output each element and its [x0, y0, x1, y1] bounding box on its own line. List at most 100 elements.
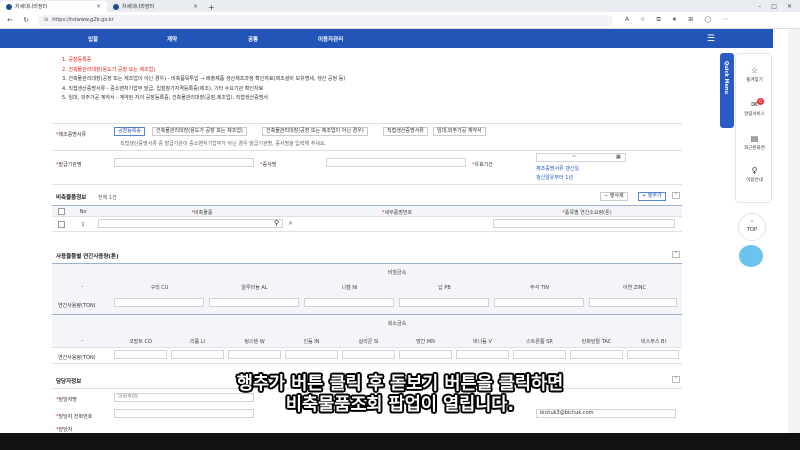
delete-row-button[interactable]: − 행삭제 — [600, 192, 628, 201]
renewal-period-link[interactable]: 갱신알유부터 1년 — [536, 174, 573, 181]
metal-v: 바나듐 V — [473, 339, 492, 345]
ni-usage-input[interactable] — [304, 298, 394, 307]
note-2: 2. 건축물관리대장(용도가 공장 또는 제조업) — [62, 66, 156, 73]
favorite-star-icon[interactable]: ☆ — [640, 16, 645, 24]
note-3: 3. 건축물관리대장(공장 또는 제조업이 아닌 경우) - 비축품목투입 → … — [62, 76, 346, 82]
chatbot-mascot-icon[interactable] — [739, 245, 763, 267]
quick-recent-screens[interactable]: ▤ 최근본화면 — [736, 134, 773, 151]
sr-usage-input[interactable] — [513, 350, 566, 359]
tab-title: 차세대나라장터 — [122, 4, 155, 10]
date-separator: ~ — [572, 154, 577, 160]
stockpile-count: 전체 1건 — [98, 195, 117, 201]
clear-icon[interactable]: × — [288, 220, 293, 227]
validity-start-input[interactable] — [536, 153, 626, 162]
zinc-usage-input[interactable] — [589, 298, 677, 307]
back-icon[interactable]: ← — [6, 16, 14, 24]
browser-tab-active[interactable]: 차세대나라장터 × — [0, 1, 107, 12]
proof-option-direct-production[interactable]: 직접생산증명서류 — [383, 127, 428, 136]
mn-usage-input[interactable] — [399, 350, 452, 359]
dash-label: - — [81, 338, 83, 344]
si-usage-input[interactable] — [342, 350, 395, 359]
browser-toolbar-icons: A ☆ ⧉ ★ ⊞ ◯ ⋯ — [625, 16, 728, 24]
new-tab-button[interactable]: + — [204, 3, 219, 12]
proof-option-factory-reg[interactable]: 공장등록증 — [114, 127, 146, 136]
co-usage-input[interactable] — [114, 350, 167, 359]
nav-contract[interactable]: 계약 — [167, 35, 177, 43]
w-usage-input[interactable] — [228, 350, 281, 359]
hamburger-menu-icon[interactable]: ☰ — [707, 34, 715, 44]
proof-hint: 직접생산증명서류 중 발급기관이 중소벤처기업부가 아닌 경우 발급기관명, 증… — [120, 141, 327, 147]
select-all-checkbox[interactable] — [58, 208, 65, 215]
search-magnifier-icon[interactable]: ⚲ — [274, 219, 279, 227]
col-detail-item-number: *세부품명번호 — [381, 210, 413, 216]
tin-usage-input[interactable] — [494, 298, 584, 307]
renewal-date-link[interactable]: 제조증명서류 갱신일 — [536, 165, 579, 172]
reload-icon[interactable]: ↻ — [22, 16, 30, 24]
video-caption: 행추가 버튼 클릭 후 돋보기 버튼을 클릭하면 비축물품조회 팝업이 열립니다… — [0, 374, 800, 416]
divider — [52, 184, 682, 185]
minimize-button[interactable]: – — [758, 3, 761, 10]
quick-favorites[interactable]: ☆ 즐겨찾기 — [736, 66, 773, 83]
metal-zinc: 아연 ZINC — [623, 285, 646, 291]
proof-option-building-factory[interactable]: 건축물관리대장(용도가 공장 또는 제조업) — [152, 127, 247, 136]
guide-icon: ♀ — [751, 166, 758, 175]
quick-menu-tab[interactable]: Quick Menu — [720, 53, 734, 128]
li-usage-input[interactable] — [171, 350, 224, 359]
dash-label: - — [81, 284, 83, 290]
col-annual-requirement: *품목별 연간소요량(톤) — [562, 210, 612, 216]
cert-name-input[interactable] — [326, 158, 466, 167]
collections-icon[interactable]: ⊞ — [688, 16, 693, 24]
close-tab-icon[interactable]: × — [193, 3, 198, 10]
read-aloud-icon[interactable]: A — [625, 16, 629, 24]
proof-option-building-nonfactory[interactable]: 건축물관리대장(공장 또는 제조업이 아닌 경우) — [262, 127, 368, 136]
calendar-icon[interactable]: ▦ — [616, 154, 621, 160]
browser-tab-bar: 차세대나라장터 × 차세대나라장터 × + – □ ✕ — [0, 0, 800, 12]
nav-common[interactable]: 공통 — [248, 35, 258, 43]
metal-li: 리튬 LI — [189, 339, 206, 345]
url-field[interactable]: ⊙ https://tstwww.g2b.go.kr — [38, 14, 613, 26]
stockpile-section-title: 비축물품정보 — [56, 195, 87, 201]
stockpile-table-header: No *비축물품 *세부품명번호 *품목별 연간소요량(톤) — [52, 205, 682, 217]
stockpile-item-input[interactable] — [98, 219, 283, 228]
nav-bid[interactable]: 입찰 — [88, 35, 98, 43]
cu-usage-input[interactable] — [114, 298, 204, 307]
notification-badge: 0 — [757, 98, 764, 105]
quick-user-guide[interactable]: ♀ 이용안내 — [736, 166, 773, 183]
v-usage-input[interactable] — [456, 350, 509, 359]
lock-icon: ⊙ — [44, 17, 49, 23]
bi-usage-input[interactable] — [627, 350, 679, 359]
issuer-input[interactable] — [114, 158, 254, 167]
site-favicon — [6, 3, 12, 10]
contact-extra-label: *담당자 — [56, 427, 73, 433]
quick-menu-panel: ☆ 즐겨찾기 ✉ 알림서비스 0 ▤ 최근본화면 ♀ 이용안내 — [735, 53, 772, 203]
close-tab-icon[interactable]: × — [96, 3, 101, 10]
more-menu-icon[interactable]: ⋯ — [722, 16, 728, 24]
browser-tab-inactive[interactable]: 차세대나라장터 × — [107, 1, 204, 12]
split-screen-icon[interactable]: ⧉ — [657, 16, 661, 24]
collapse-icon[interactable]: ⌃ — [672, 251, 680, 258]
profile-icon[interactable]: ◯ — [704, 16, 711, 24]
pb-usage-input[interactable] — [399, 298, 489, 307]
quick-notifications[interactable]: ✉ 알림서비스 0 — [736, 98, 773, 117]
close-window-button[interactable]: ✕ — [787, 3, 792, 10]
caption-line-2: 비축물품조회 팝업이 열립니다. — [285, 395, 515, 415]
favorites-icon[interactable]: ★ — [672, 16, 677, 24]
annual-requirement-input[interactable] — [493, 219, 675, 228]
al-usage-input[interactable] — [209, 298, 299, 307]
tac-usage-input[interactable] — [570, 350, 623, 359]
collapse-icon[interactable]: ⌃ — [672, 192, 680, 199]
metal-cu: 구리 CU — [150, 285, 169, 291]
metal-pb: 납 PB — [438, 285, 451, 291]
note-5: 5. 임대, 외주가공 계약서 - 계약된 자의 공장등록증, 건축물관리대장(… — [62, 95, 268, 101]
proof-option-lease-contract[interactable]: 임대,외주가공 계약서 — [433, 127, 486, 136]
metal-tac: 탄화탄탈 TAC — [581, 339, 612, 345]
note-1: 1. 공장등록증 — [62, 57, 92, 63]
page-scrollbar[interactable] — [788, 29, 800, 433]
row-checkbox[interactable] — [58, 221, 65, 228]
nav-user-management[interactable]: 이용자관리 — [318, 35, 343, 43]
maximize-button[interactable]: □ — [771, 3, 777, 10]
add-row-button[interactable]: + 행추가 — [638, 192, 666, 201]
scroll-top-button[interactable]: ⌃ TOP — [738, 213, 766, 241]
in-usage-input[interactable] — [285, 350, 338, 359]
metal-bi: 비스무스 BI — [641, 339, 666, 345]
